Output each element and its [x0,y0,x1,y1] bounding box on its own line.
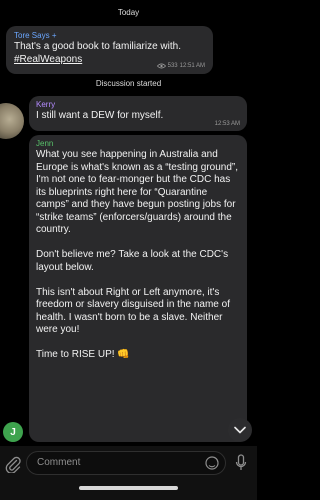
comment-input[interactable]: Comment [26,451,226,475]
view-count: 533 [167,63,178,69]
message-bubble-tore[interactable]: Tore Says + That's a good book to famili… [6,26,213,74]
attach-icon[interactable] [5,455,21,473]
sender-name[interactable]: Jenn [36,138,240,149]
message-text: That's a good book to familiarize with. [14,41,181,52]
message-meta: 533 12:51 AM [156,63,205,69]
sticker-icon[interactable] [205,456,219,470]
day-divider: Today [117,8,140,17]
sender-badge: + [51,31,57,40]
eye-icon [156,63,166,69]
avatar-jenn[interactable]: J [3,422,23,442]
system-message: Discussion started [95,79,162,88]
message-time: 12:53 AM [214,121,240,127]
message-bubble-jenn[interactable]: Jenn What you see happening in Australia… [29,135,247,442]
message-text: What you see happening in Australia and … [36,149,239,360]
scroll-down-button[interactable] [228,418,252,442]
message-bubble-kerry[interactable]: Kerry I still want a DEW for myself. 12:… [29,96,247,131]
home-indicator [79,486,178,490]
mic-icon[interactable] [235,454,247,472]
comment-placeholder: Comment [37,457,81,468]
sender-name[interactable]: Tore Says + [14,30,205,41]
sender-name-label[interactable]: Tore Says [14,31,50,40]
chevron-down-icon [234,426,246,434]
message-text: I still want a DEW for myself. [36,110,164,121]
avatar-kerry[interactable] [0,103,24,139]
message-time: 12:51 AM [179,63,205,69]
sender-name[interactable]: Kerry [36,99,240,110]
